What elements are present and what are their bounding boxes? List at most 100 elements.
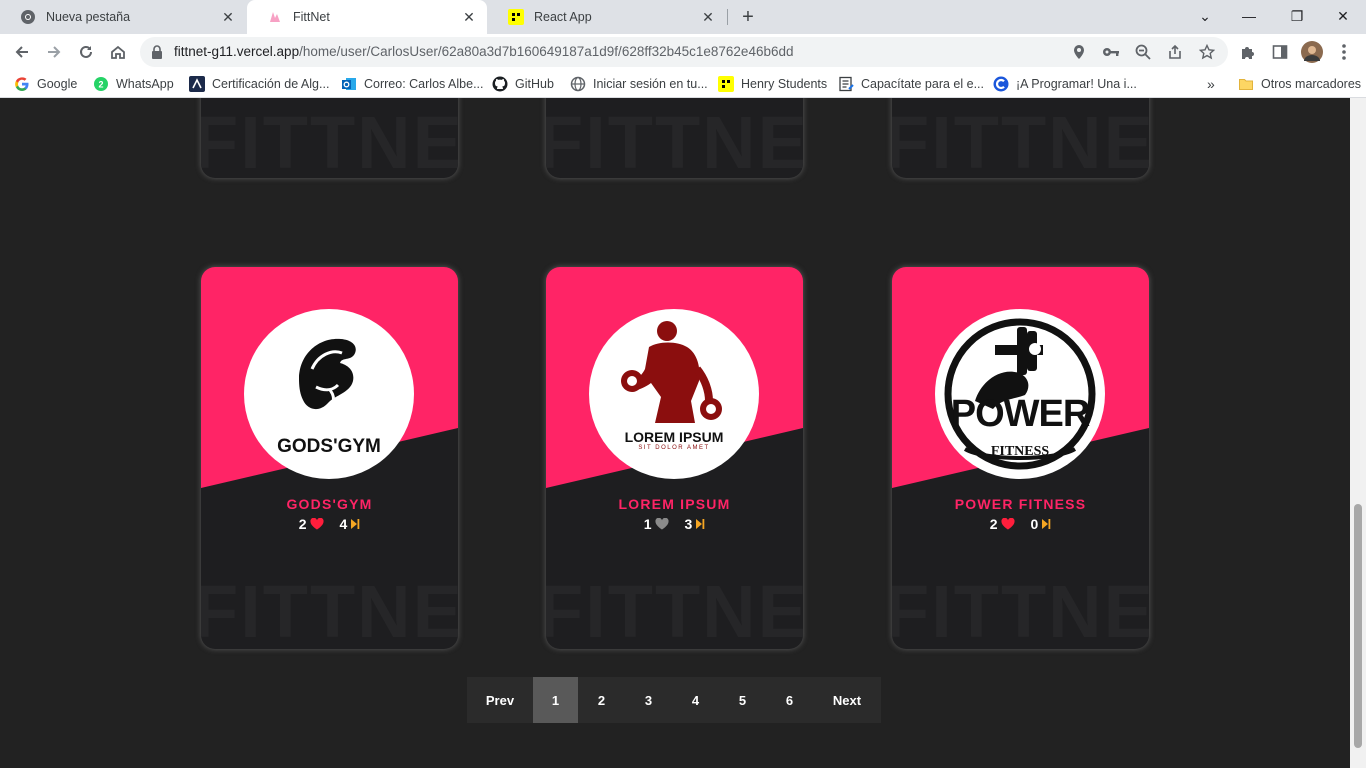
- bookmark-certificacion[interactable]: Certificación de Alg...: [189, 75, 329, 93]
- gym-card-partial[interactable]: FITTNET: [201, 98, 458, 178]
- bookmarks-overflow-button[interactable]: »: [1207, 75, 1215, 93]
- close-icon[interactable]: ✕: [220, 9, 236, 25]
- tab-nueva-pestana[interactable]: Nueva pestaña ✕: [0, 0, 246, 34]
- gym-stats: 2 4: [201, 516, 458, 532]
- location-icon[interactable]: [1070, 43, 1088, 61]
- close-icon[interactable]: ✕: [700, 9, 716, 25]
- gym-name[interactable]: POWER FITNESS: [892, 496, 1149, 512]
- bookmark-star-icon[interactable]: [1198, 43, 1216, 61]
- gym-logo-subcaption: FITNESS: [990, 444, 1050, 459]
- bodybuilder-logo-icon: [621, 321, 722, 423]
- key-icon[interactable]: [1102, 43, 1120, 61]
- likes-count: 1: [643, 516, 652, 532]
- page-button-6[interactable]: 6: [766, 677, 813, 723]
- page-button-2[interactable]: 2: [578, 677, 625, 723]
- card-watermark: FITTNET: [201, 101, 458, 178]
- address-bar[interactable]: fittnet-g11.vercel.app/home/user/CarlosU…: [140, 37, 1228, 67]
- bookmark-label: Henry Students: [741, 77, 828, 91]
- bookmark-label: Capacítate para el e...: [861, 77, 984, 91]
- henry-icon: [508, 9, 524, 25]
- bookmark-label: Certificación de Alg...: [212, 77, 330, 91]
- heart-icon: [309, 518, 324, 530]
- bookmark-label: Correo: Carlos Albe...: [364, 77, 484, 91]
- back-button[interactable]: [10, 40, 34, 64]
- bookmark-github[interactable]: GitHub: [492, 75, 554, 93]
- likes-stat[interactable]: 1: [644, 516, 669, 532]
- reload-button[interactable]: [74, 40, 98, 64]
- forward-button[interactable]: [42, 40, 66, 64]
- tab-search-icon[interactable]: ⌄: [1193, 5, 1217, 27]
- likes-stat[interactable]: 2: [990, 516, 1015, 532]
- bookmark-google[interactable]: Google: [14, 75, 77, 93]
- bookmark-folder-otros[interactable]: Otros marcadores: [1238, 75, 1361, 93]
- tab-react-app[interactable]: React App ✕: [488, 0, 726, 34]
- gym-card-lorem-ipsum[interactable]: LOREM IPSUM SIT DOLOR AMET FITTNET LOREM…: [546, 267, 803, 649]
- gym-logo-subcaption: SIT DOLOR AMET: [638, 445, 710, 451]
- google-icon: [14, 76, 30, 92]
- likes-stat[interactable]: 2: [299, 516, 324, 532]
- restore-button[interactable]: ❐: [1285, 5, 1309, 27]
- tab-title: FittNet: [293, 10, 330, 24]
- tab-fittnet[interactable]: FittNet ✕: [247, 0, 487, 34]
- bookmark-a-programar[interactable]: ¡A Programar! Una i...: [993, 75, 1137, 93]
- visits-stat[interactable]: 4: [340, 516, 361, 532]
- visits-count: 4: [339, 516, 348, 532]
- algorithm-icon: [189, 76, 205, 92]
- profile-avatar[interactable]: [1300, 40, 1324, 64]
- page-button-4[interactable]: 4: [672, 677, 719, 723]
- card-watermark: FITTNET: [546, 101, 803, 178]
- tab-strip: Nueva pestaña ✕ FittNet ✕ React App ✕ + …: [0, 0, 1366, 34]
- home-icon: [111, 45, 125, 59]
- page-scrollbar[interactable]: [1350, 98, 1366, 768]
- bookmark-whatsapp[interactable]: 2 WhatsApp: [93, 75, 174, 93]
- card-watermark: FITTNET: [201, 570, 458, 649]
- visits-stat[interactable]: 3: [685, 516, 706, 532]
- overflow-chevron-icon: »: [1207, 76, 1215, 92]
- gym-name[interactable]: GODS'GYM: [201, 496, 458, 512]
- side-panel-icon[interactable]: [1268, 40, 1292, 64]
- gym-logo-caption: LOREM IPSUM: [624, 429, 724, 445]
- tab-title: Nueva pestaña: [46, 10, 131, 24]
- bookmark-label: Otros marcadores: [1261, 77, 1362, 91]
- heart-icon: [654, 518, 669, 530]
- bookmark-label: Iniciar sesión en tu...: [593, 77, 708, 91]
- share-icon[interactable]: [1166, 43, 1184, 61]
- next-page-button[interactable]: Next: [813, 677, 881, 723]
- page-button-1[interactable]: 1: [533, 677, 578, 723]
- page-button-5[interactable]: 5: [719, 677, 766, 723]
- fittnet-favicon-icon: [267, 9, 283, 25]
- github-icon: [492, 76, 508, 92]
- new-tab-button[interactable]: +: [736, 6, 760, 28]
- bookmark-iniciar-sesion[interactable]: Iniciar sesión en tu...: [570, 75, 708, 93]
- bookmark-capacitate[interactable]: Capacítate para el e...: [838, 75, 984, 93]
- minimize-button[interactable]: —: [1237, 5, 1261, 27]
- url-host: fittnet-g11.vercel.app: [174, 44, 300, 59]
- bookmark-label: Google: [37, 77, 78, 91]
- prev-page-button[interactable]: Prev: [467, 677, 533, 723]
- extensions-icon[interactable]: [1236, 40, 1260, 64]
- visits-count: 0: [1030, 516, 1039, 532]
- close-window-button[interactable]: ✕: [1331, 5, 1355, 27]
- card-watermark: FITTNET: [892, 570, 1149, 649]
- lock-icon[interactable]: [148, 43, 166, 61]
- whatsapp-icon: 2: [93, 76, 109, 92]
- likes-count: 2: [989, 516, 998, 532]
- home-button[interactable]: [106, 40, 130, 64]
- gym-card-power-fitness[interactable]: POWER FITNESS FITTNET POWER FITNESS 2 0: [892, 267, 1149, 649]
- scrollbar-thumb[interactable]: [1354, 504, 1362, 748]
- bookmarks-bar: Google 2 WhatsApp Certificación de Alg..…: [0, 70, 1366, 98]
- likes-count: 2: [298, 516, 307, 532]
- gym-card-partial[interactable]: FITTNET: [546, 98, 803, 178]
- pagination: Prev 1 2 3 4 5 6 Next: [467, 677, 881, 723]
- gym-card-partial[interactable]: FITTNET: [892, 98, 1149, 178]
- close-icon[interactable]: ✕: [461, 9, 477, 25]
- bookmark-correo[interactable]: Correo: Carlos Albe...: [341, 75, 484, 93]
- visits-stat[interactable]: 0: [1031, 516, 1052, 532]
- zoom-icon[interactable]: [1134, 43, 1152, 61]
- outlook-icon: [341, 76, 357, 92]
- gym-card-gods-gym[interactable]: GODS'GYM FITTNET GODS'GYM 2 4: [201, 267, 458, 649]
- menu-icon[interactable]: [1332, 40, 1356, 64]
- bookmark-henry-students[interactable]: Henry Students: [718, 75, 827, 93]
- gym-name[interactable]: LOREM IPSUM: [546, 496, 803, 512]
- page-button-3[interactable]: 3: [625, 677, 672, 723]
